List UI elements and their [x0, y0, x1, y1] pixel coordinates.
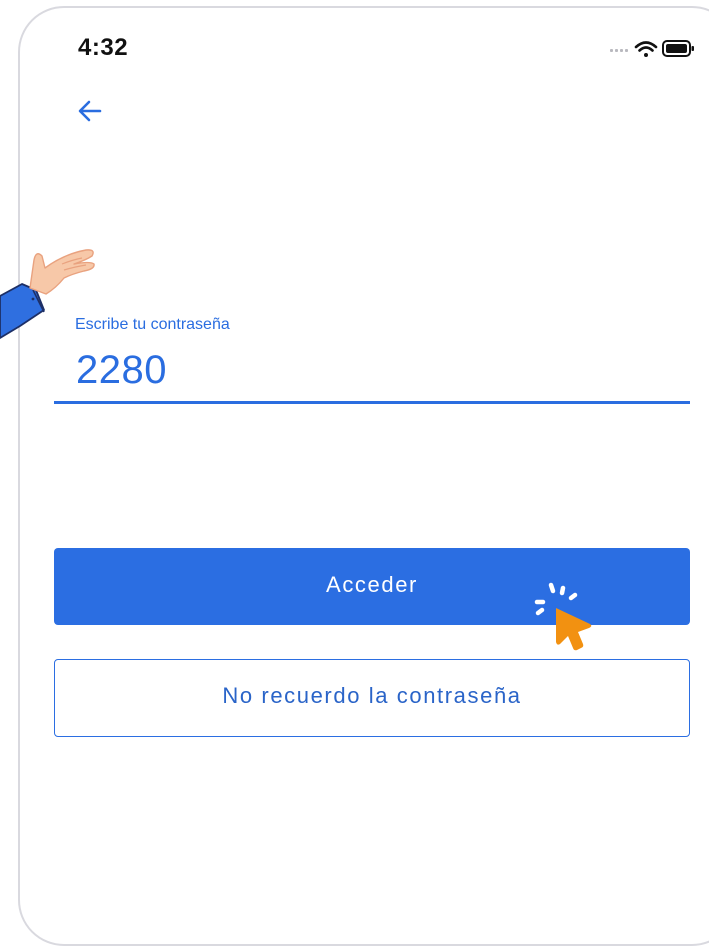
- phone-frame: [18, 6, 709, 946]
- click-cursor-icon: [534, 582, 592, 651]
- battery-icon: [662, 40, 694, 57]
- status-bar-icons: [610, 40, 694, 57]
- acceder-button[interactable]: Acceder: [54, 548, 690, 625]
- arrow-left-icon[interactable]: [76, 98, 104, 124]
- status-time: 4:32: [78, 34, 129, 61]
- wifi-icon: [634, 41, 658, 57]
- password-label: Escribe tu contraseña: [75, 316, 230, 333]
- signal-icon: [610, 49, 628, 52]
- forgot-password-button[interactable]: No recuerdo la contraseña: [54, 659, 690, 737]
- password-underline: [54, 401, 690, 404]
- password-input[interactable]: [54, 340, 690, 400]
